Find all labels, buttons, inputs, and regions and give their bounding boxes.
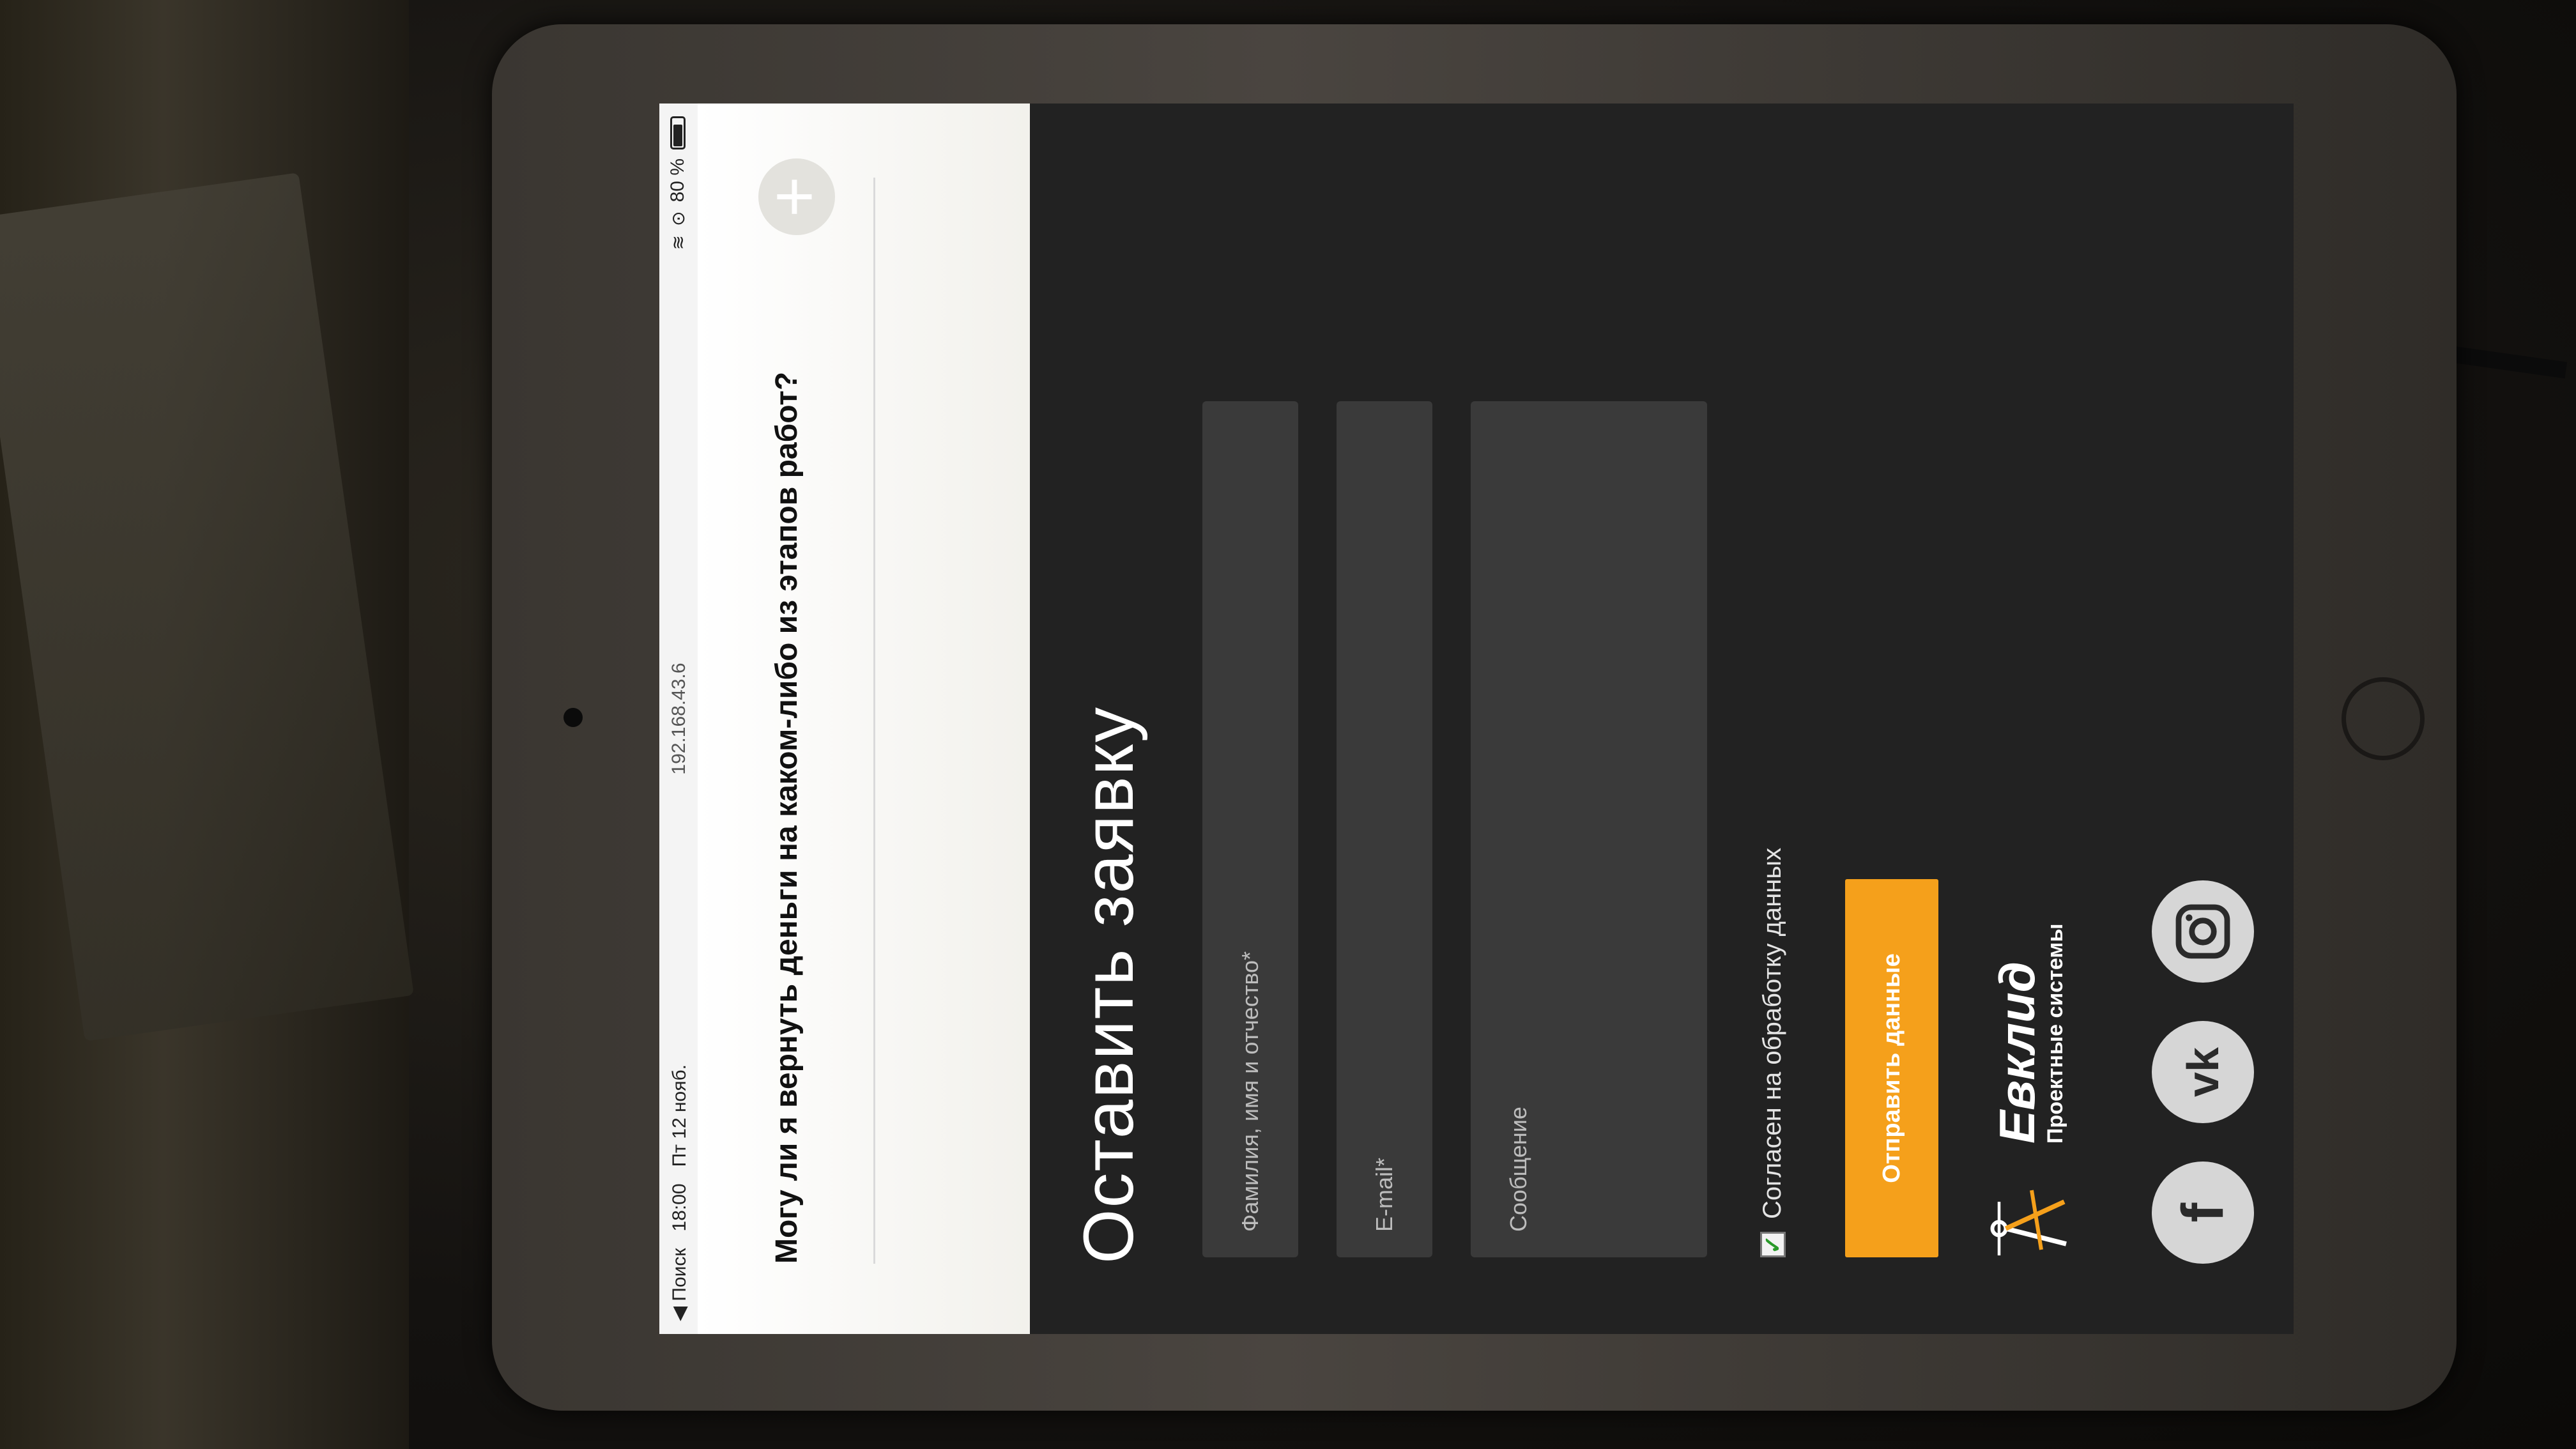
faq-item[interactable]: Могу ли я вернуть деньги на каком-либо и… [698, 103, 1030, 1334]
brand-block: Евклид Проектные системы [1982, 924, 2078, 1258]
address-bar[interactable]: 192.168.43.6 [668, 103, 690, 1334]
form-title: Оставить заявку [1070, 706, 1148, 1264]
battery-icon [670, 116, 686, 150]
brand-text: Евклид Проектные системы [1989, 923, 2068, 1144]
social-links: f vk [2152, 880, 2254, 1264]
vk-icon[interactable]: vk [2152, 1021, 2254, 1123]
instagram-icon[interactable] [2152, 880, 2254, 983]
consent-label: Согласен на обработку данных [1758, 847, 1786, 1219]
faq-question: Могу ли я вернуть деньги на каком-либо и… [770, 371, 804, 1264]
consent-checkbox[interactable]: ✓ [1759, 1232, 1786, 1257]
brand-tagline: Проектные системы [2043, 923, 2067, 1144]
email-input[interactable]: E-mail* [1337, 401, 1432, 1257]
facebook-icon[interactable]: f [2152, 1162, 2254, 1264]
tablet-screen: ◀ Поиск 18:00 Пт 12 нояб. 192.168.43.6 ≋… [659, 103, 2294, 1334]
rotated-content: ◀ Поиск 18:00 Пт 12 нояб. 192.168.43.6 ≋… [659, 103, 2294, 1334]
photo-scene: ◀ Поиск 18:00 Пт 12 нояб. 192.168.43.6 ≋… [0, 0, 2576, 1449]
front-camera [564, 708, 583, 727]
rotation-lock-icon: ⊙ [668, 211, 688, 226]
expand-plus-icon[interactable]: + [755, 158, 835, 235]
battery-percent: 80 % [667, 158, 688, 203]
compass-icon [1990, 1190, 2067, 1255]
consent-row[interactable]: ✓ Согласен на обработку данных [1758, 848, 1787, 1257]
submit-button[interactable]: Отправить данные [1845, 879, 1938, 1257]
home-button[interactable] [2342, 677, 2425, 760]
faq-divider [873, 178, 875, 1264]
instagram-glyph [2175, 904, 2230, 959]
wifi-icon: ≋ [668, 234, 688, 250]
status-bar: ◀ Поиск 18:00 Пт 12 нояб. 192.168.43.6 ≋… [659, 103, 698, 1334]
full-name-input[interactable]: Фамилия, имя и отчество* [1202, 401, 1298, 1257]
message-textarea[interactable]: Сообщение [1471, 401, 1707, 1257]
brand-name: Евклид [1989, 962, 2045, 1144]
status-right: ≋ ⊙ 80 % [667, 116, 689, 250]
